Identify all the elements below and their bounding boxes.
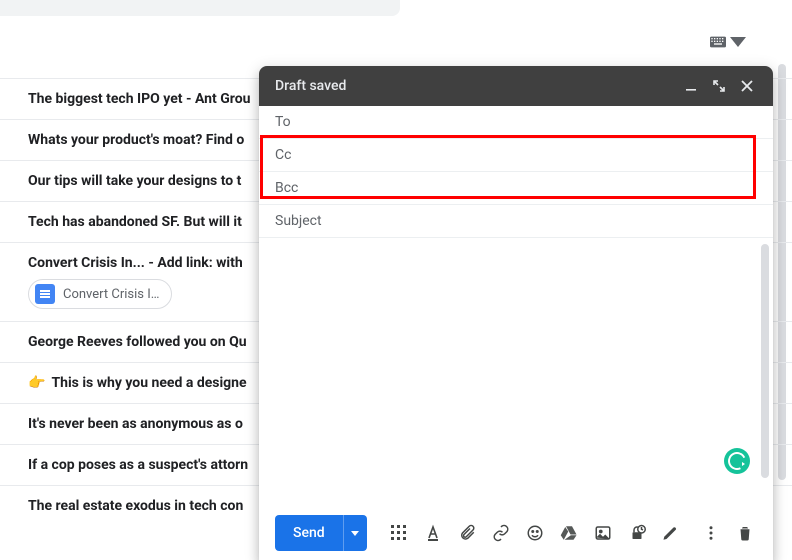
subject-field[interactable] [259,205,773,238]
email-subject: George Reeves followed you on Qu [28,334,247,350]
emoji-icon: 👉 [28,375,45,391]
body-scrollbar[interactable] [761,244,769,478]
fullscreen-button[interactable] [705,72,733,100]
to-input[interactable] [315,114,757,130]
google-doc-icon [35,284,55,304]
image-button[interactable] [587,517,619,549]
compose-title: Draft saved [275,78,677,94]
link-button[interactable] [485,517,517,549]
to-label: To [275,114,315,130]
discard-button[interactable] [729,517,761,549]
dropdown-caret-icon [730,36,746,48]
grammarly-icon[interactable] [724,448,750,474]
cc-field[interactable]: Cc [259,139,773,172]
signature-button[interactable] [655,517,687,549]
attach-button[interactable] [451,517,483,549]
emoji-button[interactable] [519,517,551,549]
minimize-button[interactable] [677,72,705,100]
cc-input[interactable] [315,147,757,163]
email-subject: This is why you need a designe [51,375,246,391]
email-subject: It's never been as anonymous as o [28,416,243,432]
send-options-button[interactable] [343,515,367,551]
attachment-chip[interactable]: Convert Crisis I… [28,279,172,309]
email-subject: Whats your product's moat? Find o [28,132,244,148]
compose-window: Draft saved To Cc Bcc Send [259,66,773,560]
email-subject: The biggest tech IPO yet - Ant Grou [28,91,250,107]
email-subject: Our tips will take your designs to t [28,173,241,189]
to-field[interactable]: To [259,106,773,139]
more-options-button[interactable] [695,517,727,549]
drive-button[interactable] [553,517,585,549]
close-button[interactable] [733,72,761,100]
compose-toolbar: Send [259,506,773,560]
subject-input[interactable] [275,213,757,229]
bcc-label: Bcc [275,180,315,196]
chip-label: Convert Crisis I… [63,287,159,302]
font-button[interactable] [417,517,449,549]
top-toolbar-strip [0,0,400,16]
confidential-button[interactable] [621,517,653,549]
send-button[interactable]: Send [275,515,343,551]
input-tools-selector[interactable] [710,36,746,48]
bcc-field[interactable]: Bcc [259,172,773,205]
email-subject: Convert Crisis In... - Add link: with [28,255,243,271]
formatting-button[interactable] [383,517,415,549]
email-subject: The real estate exodus in tech con [28,498,243,514]
email-subject: If a cop poses as a suspect's attorn [28,457,248,473]
bcc-input[interactable] [315,180,757,196]
cc-label: Cc [275,147,315,163]
keyboard-icon [710,36,726,48]
email-subject: Tech has abandoned SF. But will it [28,214,242,230]
compose-body[interactable] [259,238,773,506]
compose-header[interactable]: Draft saved [259,66,773,106]
